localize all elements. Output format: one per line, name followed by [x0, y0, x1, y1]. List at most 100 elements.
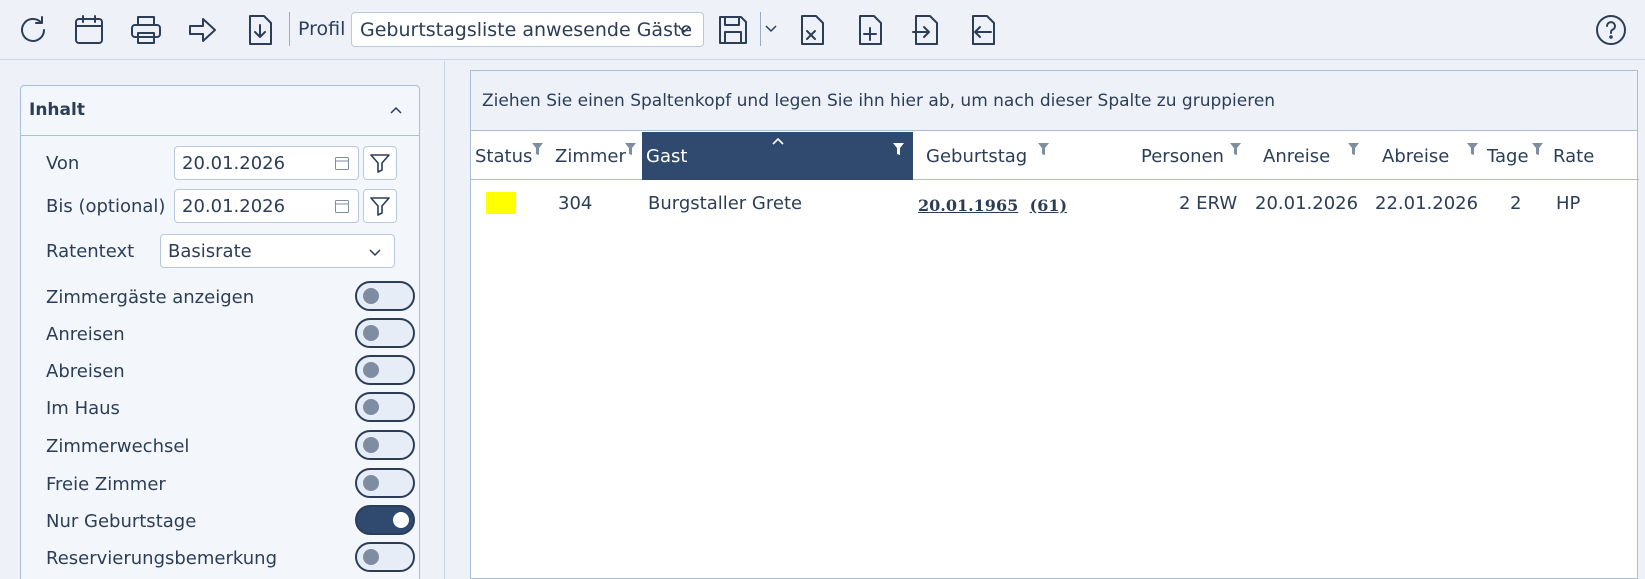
profil-select-value: Geburtstagsliste anwesende Gäste [360, 19, 693, 41]
toolbar: Profil Geburtstagsliste anwesende Gäste [0, 0, 1645, 60]
column-header-gast[interactable]: Gast [642, 132, 913, 180]
profil-select[interactable]: Geburtstagsliste anwesende Gäste [351, 12, 704, 47]
filter-icon[interactable] [892, 142, 905, 157]
refresh-icon[interactable] [13, 10, 53, 50]
group-title: Inhalt [29, 100, 85, 120]
column-label: Status [475, 146, 533, 167]
filter-icon[interactable] [1347, 142, 1360, 157]
add-file-icon[interactable] [850, 10, 890, 50]
column-header-personen[interactable]: Personen [1141, 132, 1224, 180]
cell-personen: 2 ERW [1179, 193, 1238, 214]
table-row[interactable]: 304 Burgstaller Grete 20.01.1965 (61) 2 … [471, 181, 1639, 229]
import-file-icon[interactable] [906, 10, 946, 50]
toggle-label: Nur Geburtstage [46, 511, 197, 532]
toggle-label: Abreisen [46, 361, 125, 382]
column-label: Anreise [1263, 146, 1331, 167]
arrow-right-icon[interactable] [183, 10, 223, 50]
chevron-up-icon [390, 106, 402, 114]
toggle-switch[interactable] [355, 542, 415, 572]
content-group: Inhalt Von 20.01.2026 Bis (optional) 20.… [20, 85, 420, 579]
content-group-header[interactable]: Inhalt [21, 86, 419, 136]
toggle-knob [363, 399, 379, 415]
toggle-switch[interactable] [355, 430, 415, 460]
filter-icon[interactable] [1531, 142, 1544, 157]
print-icon[interactable] [126, 10, 166, 50]
cell-anreise: 20.01.2026 [1255, 193, 1359, 214]
calendar-icon[interactable] [69, 10, 109, 50]
filter-panel: Inhalt Von 20.01.2026 Bis (optional) 20.… [0, 61, 445, 579]
cell-geburtstag: 20.01.1965 (61) [918, 195, 1067, 216]
cell-abreise: 22.01.2026 [1375, 193, 1479, 214]
cell-rate: HP [1556, 193, 1581, 214]
export-file-icon[interactable] [963, 10, 1003, 50]
toggle-label: Anreisen [46, 324, 125, 345]
birthday-link[interactable]: 20.01.1965 [918, 196, 1018, 215]
column-label: Tage [1487, 146, 1529, 167]
export-excel-icon[interactable] [792, 10, 832, 50]
filter-icon[interactable] [624, 142, 637, 157]
cell-tage: 2 [1510, 193, 1522, 214]
toggle-switch[interactable] [355, 355, 415, 385]
column-header-rate[interactable]: Rate [1553, 132, 1594, 180]
von-filter-button[interactable] [363, 146, 397, 180]
ratentext-value: Basisrate [168, 241, 252, 262]
calendar-icon[interactable] [334, 198, 350, 214]
column-label: Personen [1141, 146, 1224, 167]
toggle-label: Im Haus [46, 398, 120, 419]
help-icon[interactable] [1591, 10, 1631, 50]
grid-header: Status Zimmer Gast Geburtstag Personen A… [471, 132, 1639, 180]
toggle-knob [393, 512, 409, 528]
column-header-zimmer[interactable]: Zimmer [555, 132, 626, 180]
cell-gast: Burgstaller Grete [648, 193, 803, 214]
download-icon[interactable] [240, 10, 280, 50]
group-hint-text: Ziehen Sie einen Spaltenkopf und legen S… [482, 91, 1276, 111]
cell-zimmer: 304 [558, 193, 593, 214]
toggle-label: Zimmerwechsel [46, 436, 190, 457]
von-label: Von [46, 153, 80, 174]
profil-label: Profil [298, 18, 346, 40]
ratentext-select[interactable]: Basisrate [160, 234, 395, 268]
von-date-field[interactable]: 20.01.2026 [174, 146, 359, 180]
bis-filter-button[interactable] [363, 189, 397, 223]
column-label: Abreise [1382, 146, 1450, 167]
column-label: Geburtstag [926, 146, 1028, 167]
toggle-label: Zimmergäste anzeigen [46, 287, 255, 308]
bis-date-field[interactable]: 20.01.2026 [174, 189, 359, 223]
toggle-switch[interactable] [355, 318, 415, 348]
toggle-switch[interactable] [355, 468, 415, 498]
save-icon[interactable] [713, 10, 753, 50]
toggle-switch[interactable] [355, 505, 415, 535]
column-header-anreise[interactable]: Anreise [1263, 132, 1330, 180]
column-label: Gast [646, 146, 688, 167]
chevron-down-icon [369, 249, 381, 257]
column-header-status[interactable]: Status [475, 132, 532, 180]
group-drop-area[interactable]: Ziehen Sie einen Spaltenkopf und legen S… [471, 71, 1637, 131]
toggle-switch[interactable] [355, 281, 415, 311]
toggle-label: Freie Zimmer [46, 474, 166, 495]
chevron-down-icon [678, 26, 690, 34]
bis-date-value: 20.01.2026 [182, 196, 286, 217]
calendar-icon[interactable] [334, 155, 350, 171]
von-date-value: 20.01.2026 [182, 153, 286, 174]
sort-ascending-icon [772, 137, 784, 145]
data-grid: Ziehen Sie einen Spaltenkopf und legen S… [470, 70, 1639, 579]
filter-icon[interactable] [1229, 142, 1242, 157]
filter-icon[interactable] [531, 142, 544, 157]
column-header-geburtstag[interactable]: Geburtstag [926, 132, 1027, 180]
age-link[interactable]: (61) [1030, 196, 1067, 215]
toolbar-separator [760, 12, 761, 46]
save-options-chevron-icon[interactable] [764, 21, 778, 35]
filter-icon[interactable] [1466, 142, 1479, 157]
toggle-knob [363, 362, 379, 378]
toggle-label: Reservierungsbemerkung [46, 548, 277, 569]
toggle-knob [363, 437, 379, 453]
column-label: Rate [1553, 146, 1595, 167]
column-header-abreise[interactable]: Abreise [1382, 132, 1449, 180]
column-label: Zimmer [555, 146, 626, 167]
toggle-knob [363, 549, 379, 565]
filter-icon [370, 154, 390, 173]
column-header-tage[interactable]: Tage [1487, 132, 1529, 180]
toggle-knob [363, 475, 379, 491]
filter-icon[interactable] [1037, 142, 1050, 157]
toggle-switch[interactable] [355, 392, 415, 422]
